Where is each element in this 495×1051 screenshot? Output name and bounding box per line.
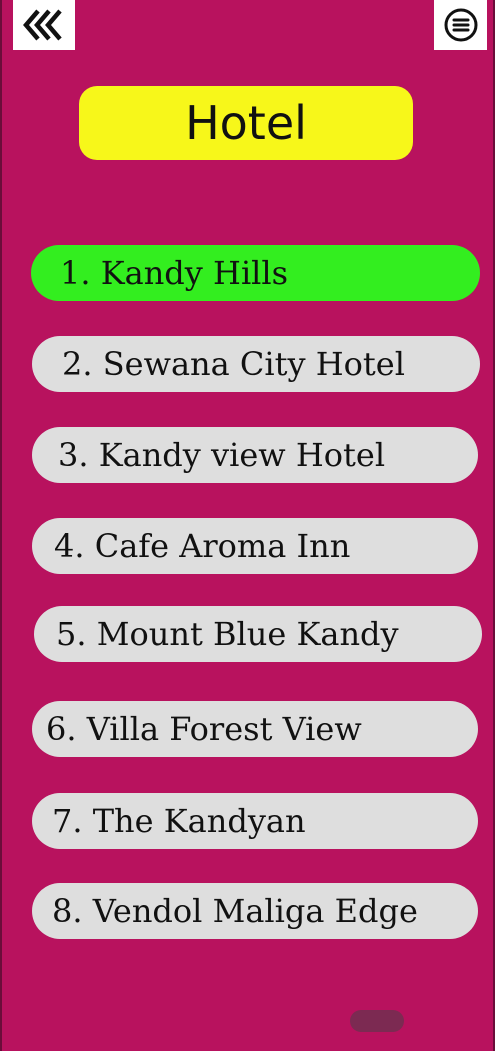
hotel-item-label: 8. Vendol Maliga Edge bbox=[52, 892, 418, 930]
hotel-item-5[interactable]: 5. Mount Blue Kandy bbox=[34, 606, 482, 662]
hotel-item-1[interactable]: 1. Kandy Hills bbox=[31, 245, 480, 301]
hotel-screen: Hotel 1. Kandy Hills 2. Sewana City Hote… bbox=[0, 0, 495, 1051]
back-button[interactable] bbox=[13, 0, 75, 50]
page-title: Hotel bbox=[185, 96, 307, 150]
page-title-box: Hotel bbox=[79, 86, 413, 160]
hotel-item-2[interactable]: 2. Sewana City Hotel bbox=[32, 336, 480, 392]
hotel-item-label: 6. Villa Forest View bbox=[46, 710, 362, 748]
hotel-item-label: 3. Kandy view Hotel bbox=[58, 436, 386, 474]
hotel-item-8[interactable]: 8. Vendol Maliga Edge bbox=[32, 883, 478, 939]
hotel-item-label: 5. Mount Blue Kandy bbox=[56, 615, 399, 653]
menu-button[interactable] bbox=[434, 0, 487, 50]
hotel-item-label: 1. Kandy Hills bbox=[60, 254, 289, 292]
hotel-item-6[interactable]: 6. Villa Forest View bbox=[32, 701, 478, 757]
hotel-item-label: 2. Sewana City Hotel bbox=[62, 345, 405, 383]
hotel-item-4[interactable]: 4. Cafe Aroma Inn bbox=[32, 518, 478, 574]
hotel-item-label: 4. Cafe Aroma Inn bbox=[54, 527, 351, 565]
triple-chevron-left-icon bbox=[23, 9, 62, 41]
hotel-item-label: 7. The Kandyan bbox=[52, 802, 306, 840]
hamburger-circle-icon bbox=[444, 8, 477, 42]
hotel-item-3[interactable]: 3. Kandy view Hotel bbox=[32, 427, 478, 483]
home-indicator[interactable] bbox=[350, 1010, 404, 1032]
hotel-item-7[interactable]: 7. The Kandyan bbox=[32, 793, 478, 849]
